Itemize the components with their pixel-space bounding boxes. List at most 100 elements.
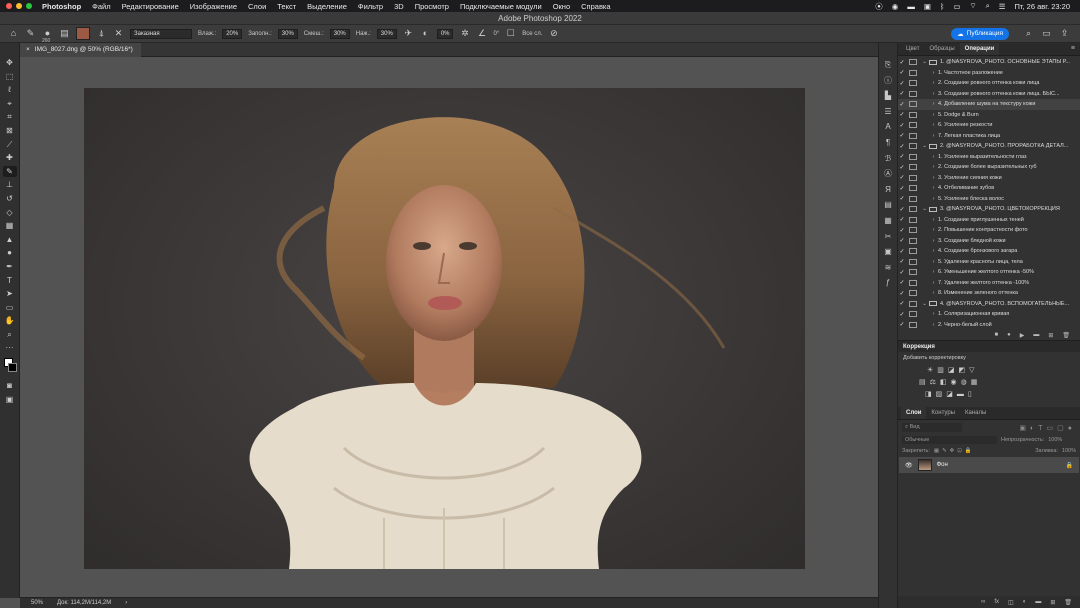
- blend-mode-select[interactable]: Обычные: [902, 436, 997, 444]
- history-brush-tool-icon[interactable]: ↺: [3, 193, 17, 205]
- smoothing-field[interactable]: 0%: [436, 28, 454, 39]
- dialog-toggle-box[interactable]: [909, 248, 917, 255]
- link-icon[interactable]: ∞: [981, 599, 985, 605]
- clock[interactable]: Пт, 26 авг. 23:20: [1015, 2, 1071, 11]
- menu-edit[interactable]: Редактирование: [122, 2, 179, 11]
- action-row[interactable]: ✓ › 1. Создание приглушенных теней: [898, 215, 1080, 226]
- expand-chevron-icon[interactable]: ›: [929, 280, 938, 286]
- layer-filter-select[interactable]: ⌕ Вид: [902, 423, 962, 432]
- dialog-toggle-box[interactable]: [909, 122, 917, 129]
- tab-actions[interactable]: Операции: [959, 43, 1000, 55]
- close-tab-icon[interactable]: ×: [26, 46, 30, 53]
- paragraph-icon[interactable]: ¶: [881, 135, 895, 150]
- minimize-window-button[interactable]: [16, 3, 22, 9]
- menu-window[interactable]: Окно: [553, 2, 570, 11]
- action-enabled-check[interactable]: ✓: [898, 174, 906, 181]
- action-row[interactable]: ✓ › 4. Отбеливание зубов: [898, 183, 1080, 194]
- layer-name[interactable]: Фон: [937, 462, 948, 468]
- character-icon[interactable]: A: [881, 119, 895, 134]
- adjust-sliders-icon[interactable]: ☰: [881, 104, 895, 119]
- action-row[interactable]: ✓ › 5. Dodge & Burn: [898, 110, 1080, 121]
- dodge-tool-icon[interactable]: ●: [3, 247, 17, 259]
- dialog-toggle-box[interactable]: [909, 80, 917, 87]
- layer-row-background[interactable]: 👁 Фон 🔒: [899, 457, 1079, 473]
- expand-chevron-icon[interactable]: ›: [929, 185, 938, 191]
- publish-button[interactable]: ☁ Публикация: [951, 27, 1009, 40]
- selective-color-icon[interactable]: ▯: [968, 390, 972, 398]
- quick-select-tool-icon[interactable]: ⌖: [3, 98, 17, 110]
- smoothing-icon[interactable]: ◐: [420, 28, 431, 39]
- action-row[interactable]: ✓ › 7. Легкая пластика лица: [898, 131, 1080, 142]
- blur-tool-icon[interactable]: ▲: [3, 234, 17, 246]
- action-set-row[interactable]: ✓ ⌄ 1. @NASYROVA_PHOTO. ОСНОВНЫЕ ЭТАПЫ Р..…: [898, 57, 1080, 68]
- type-tool-icon[interactable]: T: [3, 275, 17, 287]
- brightness-icon[interactable]: ☀: [927, 366, 933, 374]
- zoom-window-button[interactable]: [26, 3, 32, 9]
- menu-layers[interactable]: Слои: [248, 2, 266, 11]
- expand-chevron-icon[interactable]: ›: [929, 322, 938, 328]
- dialog-toggle-box[interactable]: [909, 216, 917, 223]
- record-icon[interactable]: ⦿: [875, 1, 883, 12]
- action-row[interactable]: ✓ › 2. Черно-белый слой: [898, 320, 1080, 331]
- properties-icon[interactable]: ▣: [881, 244, 895, 259]
- dialog-toggle-box[interactable]: [909, 132, 917, 139]
- group-icon[interactable]: ▬: [1035, 599, 1041, 605]
- background-color-swatch[interactable]: [7, 363, 17, 373]
- fill-field[interactable]: 100%: [1062, 448, 1076, 454]
- action-row[interactable]: ✓ › 5. Удаление красноты лица, тела: [898, 257, 1080, 268]
- layer-filter-icons[interactable]: ▣◐T▭▢●: [1019, 424, 1076, 432]
- action-row[interactable]: ✓ › 7. Удаление желтого оттенка -100%: [898, 278, 1080, 289]
- expand-chevron-icon[interactable]: ›: [929, 175, 938, 181]
- expand-chevron-icon[interactable]: ›: [929, 112, 938, 118]
- action-enabled-check[interactable]: ✓: [898, 279, 906, 286]
- dialog-toggle-box[interactable]: [909, 69, 917, 76]
- photo-filter-icon[interactable]: ◉: [951, 378, 957, 386]
- channel-mixer-icon[interactable]: ◍: [961, 378, 967, 386]
- tab-swatches[interactable]: Образцы: [924, 43, 959, 55]
- hue-saturation-icon[interactable]: ▤: [919, 378, 926, 386]
- dialog-toggle-box[interactable]: [909, 195, 917, 202]
- action-enabled-check[interactable]: ✓: [898, 164, 906, 171]
- menu-help[interactable]: Справка: [581, 2, 610, 11]
- menu-3d[interactable]: 3D: [394, 2, 404, 11]
- fx-icon[interactable]: fx: [994, 599, 999, 605]
- expand-chevron-icon[interactable]: ›: [929, 154, 938, 160]
- action-row[interactable]: ✓ › 3. Создание бледной кожи: [898, 236, 1080, 247]
- dialog-toggle-box[interactable]: [909, 279, 917, 286]
- brush-preset-icon[interactable]: ● 260: [42, 28, 53, 44]
- lock-icons[interactable]: ▦✎✥⊡🔒: [934, 448, 975, 454]
- expand-chevron-icon[interactable]: ›: [929, 196, 938, 202]
- menu-select[interactable]: Выделение: [307, 2, 347, 11]
- dialog-toggle-box[interactable]: [909, 321, 917, 328]
- shape-tool-icon[interactable]: ▭: [3, 302, 17, 314]
- expand-chevron-icon[interactable]: ⌄: [920, 301, 929, 307]
- lasso-tool-icon[interactable]: ℓ: [3, 84, 17, 96]
- brush-tool-icon[interactable]: ✎: [2, 165, 17, 178]
- gear-icon[interactable]: ✲: [459, 28, 470, 39]
- dialog-toggle-box[interactable]: [909, 143, 917, 150]
- action-enabled-check[interactable]: ✓: [898, 269, 906, 276]
- action-enabled-check[interactable]: ✓: [898, 80, 906, 87]
- exposure-icon[interactable]: ◩: [959, 366, 966, 374]
- action-enabled-check[interactable]: ✓: [898, 90, 906, 97]
- path-select-tool-icon[interactable]: ➤: [3, 288, 17, 300]
- expand-chevron-icon[interactable]: ›: [929, 290, 938, 296]
- action-row[interactable]: ✓ › 3. Усиление сияния кожи: [898, 173, 1080, 184]
- fx-icon[interactable]: ƒ: [881, 275, 895, 290]
- color-swap-icon[interactable]: [3, 356, 17, 378]
- action-enabled-check[interactable]: ✓: [898, 132, 906, 139]
- delete-icon[interactable]: 🗑: [1062, 332, 1070, 339]
- gradient-tool-icon[interactable]: ▦: [3, 220, 17, 232]
- color-lookup-icon[interactable]: ▦: [971, 378, 978, 386]
- dialog-toggle-box[interactable]: [909, 227, 917, 234]
- posterize-icon[interactable]: ▨: [936, 390, 943, 398]
- tools-presets-icon[interactable]: ✂: [881, 229, 895, 244]
- tab-layers[interactable]: Слои: [901, 407, 927, 419]
- stop-icon[interactable]: ■: [994, 332, 998, 338]
- new-set-icon[interactable]: ▬: [1033, 332, 1039, 338]
- blend-preset-select[interactable]: Заказная: [130, 28, 192, 39]
- hand-tool-icon[interactable]: ✋: [3, 315, 17, 327]
- action-enabled-check[interactable]: ✓: [898, 227, 906, 234]
- tab-paths[interactable]: Контуры: [926, 407, 960, 419]
- menu-photoshop[interactable]: Photoshop: [42, 2, 81, 11]
